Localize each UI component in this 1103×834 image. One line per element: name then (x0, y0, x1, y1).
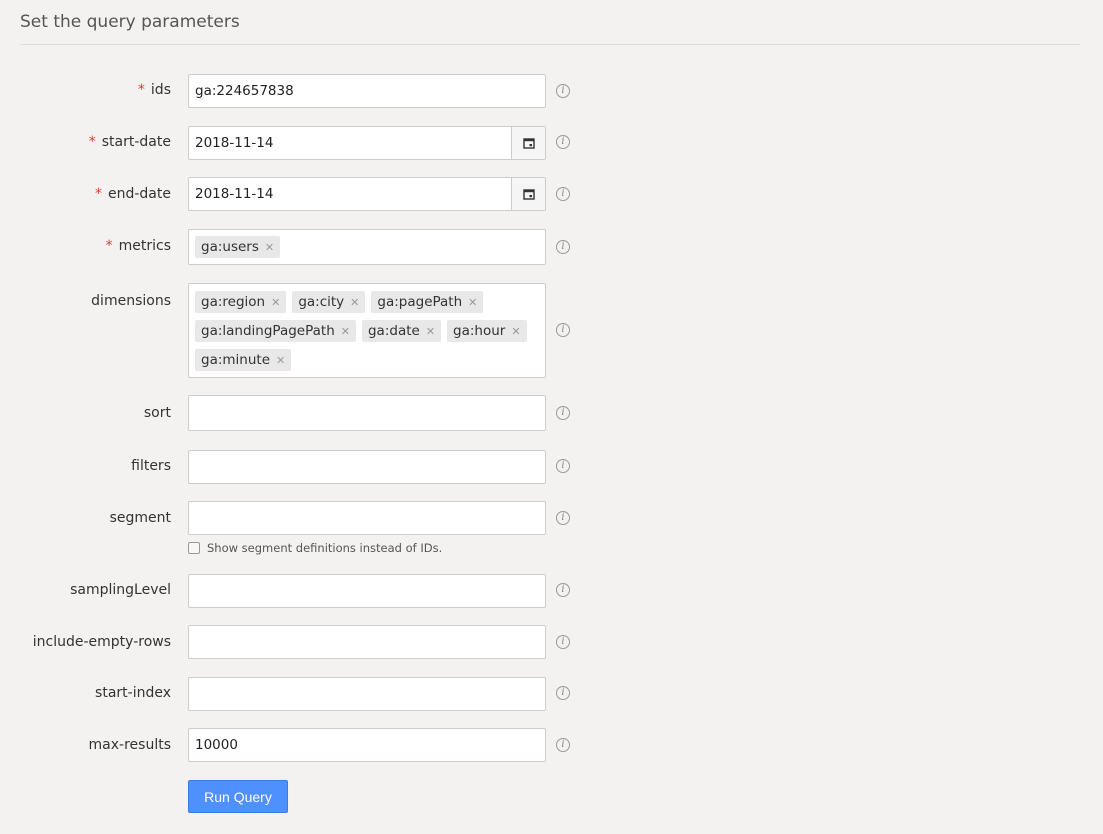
info-icon[interactable]: i (556, 686, 570, 700)
info-icon[interactable]: i (556, 583, 570, 597)
info-icon[interactable]: i (556, 738, 570, 752)
segment-label: segment (109, 510, 171, 526)
close-icon[interactable]: ✕ (350, 296, 359, 309)
dimension-chip: ga:minute ✕ (195, 349, 292, 371)
sampling-level-label: samplingLevel (70, 582, 171, 598)
dimension-chip: ga:pagePath ✕ (371, 291, 484, 313)
calendar-icon[interactable] (511, 127, 545, 159)
close-icon[interactable]: ✕ (265, 241, 274, 254)
filters-input[interactable] (188, 450, 546, 484)
end-date-input[interactable]: 2018-11-14 (188, 177, 546, 211)
filters-label: filters (131, 458, 171, 474)
sampling-level-input[interactable] (188, 574, 546, 608)
close-icon[interactable]: ✕ (276, 354, 285, 367)
segment-definitions-checkbox[interactable] (188, 542, 200, 554)
page-title: Set the query parameters (20, 12, 240, 32)
info-icon[interactable]: i (556, 406, 570, 420)
start-index-input[interactable] (188, 677, 546, 711)
info-icon[interactable]: i (556, 240, 570, 254)
dimension-chip: ga:landingPagePath ✕ (195, 320, 356, 342)
end-date-label: * end-date (95, 186, 171, 202)
metrics-input[interactable]: ga:users ✕ (188, 229, 546, 265)
close-icon[interactable]: ✕ (511, 325, 520, 338)
required-marker: * (95, 186, 102, 202)
info-icon[interactable]: i (556, 511, 570, 525)
required-marker: * (105, 238, 113, 254)
info-icon[interactable]: i (556, 459, 570, 473)
info-icon[interactable]: i (556, 84, 570, 98)
metric-chip: ga:users ✕ (195, 236, 281, 258)
dimension-chip: ga:date ✕ (361, 320, 442, 342)
dimension-chip: ga:city ✕ (292, 291, 366, 313)
run-query-button[interactable]: Run Query (188, 780, 288, 813)
title-divider (20, 44, 1080, 45)
close-icon[interactable]: ✕ (468, 296, 477, 309)
sort-label: sort (143, 405, 171, 421)
close-icon[interactable]: ✕ (426, 325, 435, 338)
metrics-label: * metrics (105, 238, 171, 254)
start-index-label: start-index (95, 685, 171, 701)
dimension-chip: ga:hour ✕ (447, 320, 527, 342)
start-date-label: * start-date (88, 134, 171, 150)
dimensions-input[interactable]: ga:region ✕ ga:city ✕ ga:pagePath ✕ ga:land… (188, 283, 546, 378)
ids-label: * ids (137, 82, 171, 98)
info-icon[interactable]: i (556, 323, 570, 337)
info-icon[interactable]: i (556, 635, 570, 649)
include-empty-rows-input[interactable] (188, 625, 546, 659)
required-marker: * (88, 134, 96, 150)
ids-input[interactable]: ga:224657838 (188, 74, 546, 108)
max-results-input[interactable]: 10000 (188, 728, 546, 762)
dimensions-label: dimensions (91, 293, 171, 309)
close-icon[interactable]: ✕ (341, 325, 350, 338)
sort-input[interactable] (188, 395, 546, 431)
info-icon[interactable]: i (556, 135, 570, 149)
include-empty-rows-label: include-empty-rows (32, 634, 171, 650)
start-date-input[interactable]: 2018-11-14 (188, 126, 546, 160)
max-results-label: max-results (88, 737, 171, 753)
segment-definitions-toggle[interactable]: Show segment definitions instead of IDs. (188, 541, 442, 555)
segment-input[interactable] (188, 501, 546, 535)
dimension-chip: ga:region ✕ (195, 291, 287, 313)
required-marker: * (137, 82, 145, 98)
close-icon[interactable]: ✕ (271, 296, 280, 309)
calendar-icon[interactable] (511, 178, 545, 210)
info-icon[interactable]: i (556, 187, 570, 201)
